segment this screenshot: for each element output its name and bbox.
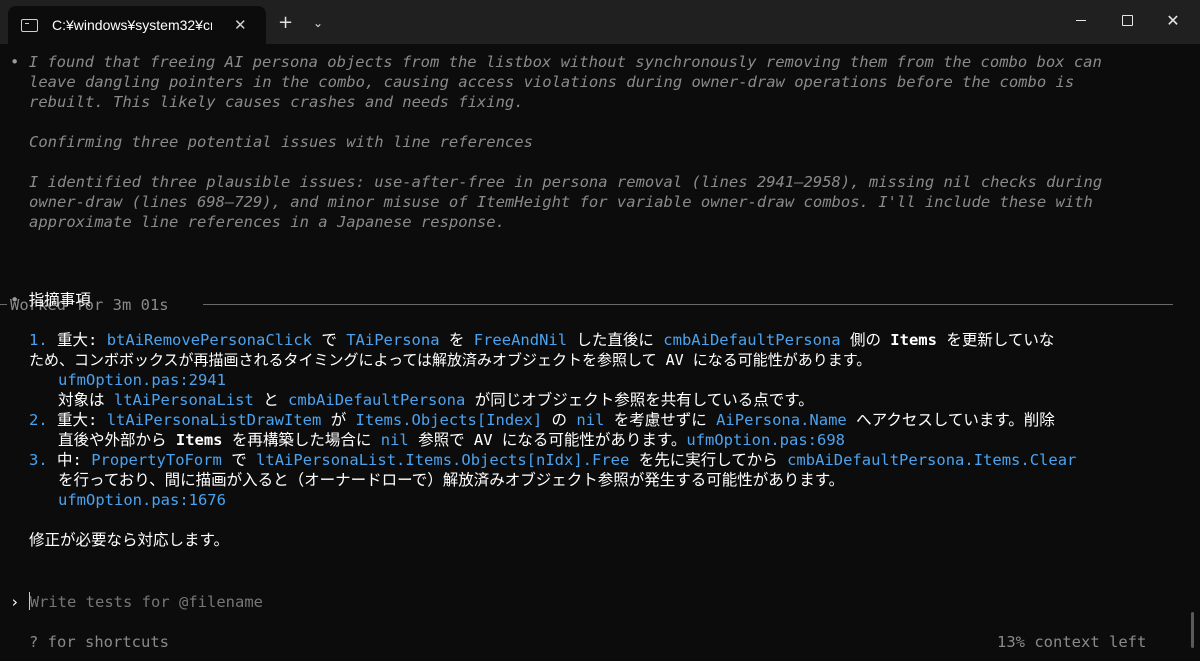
finding-text: 中: bbox=[57, 451, 82, 469]
finding-text: で bbox=[231, 451, 247, 469]
thinking-text: I found that freeing AI persona objects … bbox=[28, 53, 1102, 71]
thinking-heading: Confirming three potential issues with l… bbox=[29, 133, 533, 151]
finding-text: を先に実行してから bbox=[638, 451, 778, 469]
finding-1-line: 1. 重大: btAiRemovePersonaClick で TAiPerso… bbox=[29, 330, 1054, 350]
closing-text: 修正が必要なら対応します。 bbox=[29, 531, 229, 549]
tab-title: C:¥windows¥system32¥cn bbox=[52, 17, 212, 33]
scrollbar-thumb[interactable] bbox=[1191, 612, 1194, 648]
finding-1-line: ため、コンボボックスが再描画されるタイミングによっては解放済みオブジェクトを参照… bbox=[29, 351, 872, 369]
chevron-down-icon[interactable]: ⌄ bbox=[313, 16, 323, 30]
answer-title: 指摘事項 bbox=[28, 291, 91, 309]
thinking-line: • I found that freeing AI persona object… bbox=[10, 52, 1102, 72]
list-number: 1. bbox=[29, 331, 48, 349]
code-ref: PropertyToForm bbox=[91, 451, 222, 469]
finding-text: 参照で AV になる可能性があります。 bbox=[418, 431, 687, 449]
finding-text: 対象は bbox=[58, 391, 105, 409]
minimize-button[interactable] bbox=[1058, 0, 1104, 40]
terminal-output[interactable]: • I found that freeing AI persona object… bbox=[0, 44, 1200, 661]
title-bar: C:¥windows¥system32¥cn ✕ + ⌄ ✕ bbox=[0, 0, 1200, 44]
code-ref: cmbAiDefaultPersona.Items.Clear bbox=[787, 451, 1077, 469]
close-window-button[interactable]: ✕ bbox=[1150, 0, 1196, 40]
maximize-icon bbox=[1121, 14, 1133, 26]
code-ref: TAiPersona bbox=[346, 331, 440, 349]
finding-text: 側の bbox=[849, 331, 881, 349]
code-ref-bold: Items bbox=[890, 331, 937, 349]
code-ref: ltAiPersonaListDrawItem bbox=[106, 411, 322, 429]
new-tab-button[interactable]: + bbox=[278, 14, 293, 32]
code-ref: Items.Objects[Index] bbox=[355, 411, 543, 429]
finding-text: で bbox=[321, 331, 337, 349]
code-ref: ltAiPersonaList.Items.Objects[nIdx].Free bbox=[256, 451, 630, 469]
finding-text: した直後に bbox=[576, 331, 654, 349]
code-ref: cmbAiDefaultPersona bbox=[663, 331, 841, 349]
finding-text: 重大: bbox=[57, 331, 98, 349]
finding-text: と bbox=[263, 391, 279, 409]
shortcuts-hint: ? for shortcuts bbox=[29, 633, 169, 651]
separator-rule bbox=[203, 304, 1173, 305]
separator-rule bbox=[0, 304, 7, 305]
finding-text: が同じオブジェクト参照を共有している点です。 bbox=[474, 391, 814, 409]
prompt-arrow-icon: › bbox=[10, 593, 20, 611]
bullet-icon: • bbox=[10, 53, 20, 71]
prompt-input[interactable]: Write tests for @filename bbox=[30, 593, 263, 611]
close-tab-icon[interactable]: ✕ bbox=[234, 16, 247, 34]
finding-text: を bbox=[448, 331, 465, 349]
thinking-line: I identified three plausible issues: use… bbox=[29, 173, 1103, 191]
thinking-line: owner-draw (lines 698–729), and minor mi… bbox=[29, 193, 1093, 211]
code-ref: nil bbox=[576, 411, 605, 429]
code-ref-bold: Items bbox=[175, 431, 223, 449]
code-ref: FreeAndNil bbox=[473, 331, 568, 349]
finding-1-line: 対象は ltAiPersonaList と cmbAiDefaultPerson… bbox=[58, 390, 814, 410]
finding-2-line: 直後や外部から Items を再構築した場合に nil 参照で AV になる可能… bbox=[58, 430, 845, 450]
finding-text: の bbox=[551, 411, 568, 429]
input-line[interactable]: › Write tests for @filename bbox=[10, 592, 263, 612]
terminal-icon bbox=[21, 18, 38, 32]
code-ref: nil bbox=[380, 431, 409, 449]
finding-text: を更新していな bbox=[946, 331, 1055, 349]
finding-text: を再構築した場合に bbox=[231, 431, 372, 449]
finding-text: 重大: bbox=[57, 411, 98, 429]
finding-text: 直後や外部から bbox=[58, 431, 167, 449]
list-number: 2. bbox=[29, 411, 48, 429]
thinking-line: rebuilt. This likely causes crashes and … bbox=[29, 93, 524, 111]
maximize-button[interactable] bbox=[1104, 0, 1150, 40]
thinking-line: approximate line references in a Japanes… bbox=[29, 213, 505, 231]
finding-text: が bbox=[330, 411, 347, 429]
file-reference: ufmOption.pas:2941 bbox=[58, 371, 226, 389]
finding-2-line: 2. 重大: ltAiPersonaListDrawItem が Items.O… bbox=[29, 410, 1055, 430]
finding-3-line: を行っており、間に描画が入ると（オーナードローで）解放済みオブジェクト参照が発生… bbox=[58, 471, 845, 489]
code-ref: btAiRemovePersonaClick bbox=[106, 331, 313, 349]
minimize-icon bbox=[1076, 19, 1086, 21]
bullet-icon: • bbox=[10, 291, 20, 309]
finding-text: へアクセスしています。削除 bbox=[856, 411, 1055, 429]
thinking-line: leave dangling pointers in the combo, ca… bbox=[29, 73, 1075, 91]
code-ref: AiPersona.Name bbox=[716, 411, 847, 429]
context-left: 13% context left bbox=[997, 633, 1147, 651]
finding-text: を考慮せずに bbox=[613, 411, 707, 429]
answer-title-line: • 指摘事項 bbox=[10, 290, 91, 310]
finding-3-line: 3. 中: PropertyToForm で ltAiPersonaList.I… bbox=[29, 450, 1076, 470]
file-reference: ufmOption.pas:1676 bbox=[58, 491, 226, 509]
code-ref: cmbAiDefaultPersona bbox=[288, 391, 466, 409]
list-number: 3. bbox=[29, 451, 48, 469]
terminal-tab[interactable]: C:¥windows¥system32¥cn ✕ bbox=[8, 6, 266, 44]
file-reference: ufmOption.pas:698 bbox=[686, 431, 845, 449]
code-ref: ltAiPersonaList bbox=[113, 391, 254, 409]
